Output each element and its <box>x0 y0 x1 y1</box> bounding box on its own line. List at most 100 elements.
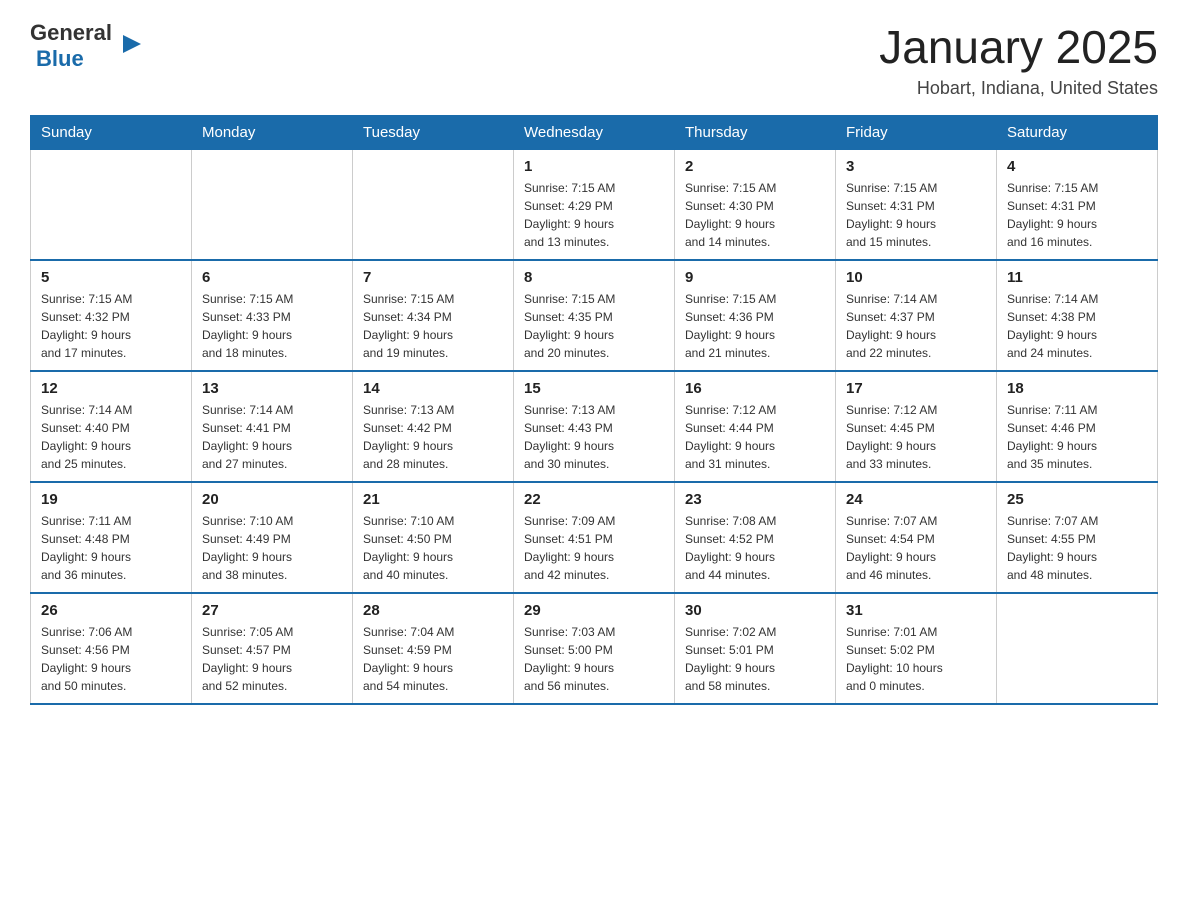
day-info: Sunrise: 7:15 AM Sunset: 4:33 PM Dayligh… <box>202 290 342 362</box>
calendar-cell: 10 Sunrise: 7:14 AM Sunset: 4:37 PM Dayli… <box>836 260 997 371</box>
day-number: 17 <box>846 380 986 397</box>
day-number: 12 <box>41 380 181 397</box>
day-info: Sunrise: 7:09 AM Sunset: 4:51 PM Dayligh… <box>524 512 664 584</box>
day-info: Sunrise: 7:03 AM Sunset: 5:00 PM Dayligh… <box>524 623 664 695</box>
day-number: 24 <box>846 491 986 508</box>
calendar-cell: 1 Sunrise: 7:15 AM Sunset: 4:29 PM Daylig… <box>514 150 675 261</box>
day-number: 10 <box>846 269 986 286</box>
day-number: 2 <box>685 158 825 175</box>
day-number: 3 <box>846 158 986 175</box>
day-info: Sunrise: 7:06 AM Sunset: 4:56 PM Dayligh… <box>41 623 181 695</box>
calendar-cell: 21 Sunrise: 7:10 AM Sunset: 4:50 PM Dayli… <box>353 482 514 593</box>
calendar-cell: 5 Sunrise: 7:15 AM Sunset: 4:32 PM Daylig… <box>31 260 192 371</box>
calendar-cell: 2 Sunrise: 7:15 AM Sunset: 4:30 PM Daylig… <box>675 150 836 261</box>
day-info: Sunrise: 7:01 AM Sunset: 5:02 PM Dayligh… <box>846 623 986 695</box>
day-info: Sunrise: 7:07 AM Sunset: 4:55 PM Dayligh… <box>1007 512 1147 584</box>
calendar-cell: 30 Sunrise: 7:02 AM Sunset: 5:01 PM Dayli… <box>675 593 836 704</box>
calendar-cell: 24 Sunrise: 7:07 AM Sunset: 4:54 PM Dayli… <box>836 482 997 593</box>
day-info: Sunrise: 7:14 AM Sunset: 4:40 PM Dayligh… <box>41 401 181 473</box>
calendar-cell: 7Sunrise: 7:15 AM Sunset: 4:34 PM Daylig… <box>353 260 514 371</box>
day-number: 26 <box>41 602 181 619</box>
week-row-4: 19 Sunrise: 7:11 AM Sunset: 4:48 PM Dayli… <box>31 482 1158 593</box>
calendar-cell: 14 Sunrise: 7:13 AM Sunset: 4:42 PM Dayli… <box>353 371 514 482</box>
day-info: Sunrise: 7:04 AM Sunset: 4:59 PM Dayligh… <box>363 623 503 695</box>
day-info: Sunrise: 7:15 AM Sunset: 4:29 PM Dayligh… <box>524 179 664 251</box>
calendar-cell: 17 Sunrise: 7:12 AM Sunset: 4:45 PM Dayli… <box>836 371 997 482</box>
day-number: 18 <box>1007 380 1147 397</box>
calendar-table: SundayMondayTuesdayWednesdayThursdayFrid… <box>30 115 1158 705</box>
week-row-3: 12 Sunrise: 7:14 AM Sunset: 4:40 PM Dayli… <box>31 371 1158 482</box>
calendar-cell: 18 Sunrise: 7:11 AM Sunset: 4:46 PM Dayli… <box>997 371 1158 482</box>
calendar-cell: 26 Sunrise: 7:06 AM Sunset: 4:56 PM Dayli… <box>31 593 192 704</box>
day-info: Sunrise: 7:11 AM Sunset: 4:48 PM Dayligh… <box>41 512 181 584</box>
page-header: General Blue January 2025 Hobart, Indian… <box>30 20 1158 99</box>
calendar-cell: 31Sunrise: 7:01 AM Sunset: 5:02 PM Dayli… <box>836 593 997 704</box>
day-number: 25 <box>1007 491 1147 508</box>
calendar-cell: 20Sunrise: 7:10 AM Sunset: 4:49 PM Dayli… <box>192 482 353 593</box>
calendar-cell: 28 Sunrise: 7:04 AM Sunset: 4:59 PM Dayli… <box>353 593 514 704</box>
day-info: Sunrise: 7:10 AM Sunset: 4:50 PM Dayligh… <box>363 512 503 584</box>
weekday-header-wednesday: Wednesday <box>514 116 675 150</box>
weekday-header-thursday: Thursday <box>675 116 836 150</box>
day-number: 29 <box>524 602 664 619</box>
day-number: 6 <box>202 269 342 286</box>
day-number: 9 <box>685 269 825 286</box>
day-info: Sunrise: 7:15 AM Sunset: 4:32 PM Dayligh… <box>41 290 181 362</box>
day-info: Sunrise: 7:15 AM Sunset: 4:31 PM Dayligh… <box>846 179 986 251</box>
week-row-2: 5 Sunrise: 7:15 AM Sunset: 4:32 PM Daylig… <box>31 260 1158 371</box>
day-info: Sunrise: 7:02 AM Sunset: 5:01 PM Dayligh… <box>685 623 825 695</box>
logo: General Blue <box>30 20 121 72</box>
week-row-5: 26 Sunrise: 7:06 AM Sunset: 4:56 PM Dayli… <box>31 593 1158 704</box>
calendar-cell: 13 Sunrise: 7:14 AM Sunset: 4:41 PM Dayli… <box>192 371 353 482</box>
calendar-cell: 16Sunrise: 7:12 AM Sunset: 4:44 PM Dayli… <box>675 371 836 482</box>
day-info: Sunrise: 7:15 AM Sunset: 4:36 PM Dayligh… <box>685 290 825 362</box>
weekday-header-row: SundayMondayTuesdayWednesdayThursdayFrid… <box>31 116 1158 150</box>
week-row-1: 1 Sunrise: 7:15 AM Sunset: 4:29 PM Daylig… <box>31 150 1158 261</box>
day-number: 1 <box>524 158 664 175</box>
day-info: Sunrise: 7:13 AM Sunset: 4:43 PM Dayligh… <box>524 401 664 473</box>
day-info: Sunrise: 7:14 AM Sunset: 4:38 PM Dayligh… <box>1007 290 1147 362</box>
logo-blue-text: Blue <box>36 46 84 72</box>
page-title: January 2025 <box>879 20 1158 74</box>
calendar-cell <box>997 593 1158 704</box>
calendar-cell: 23Sunrise: 7:08 AM Sunset: 4:52 PM Dayli… <box>675 482 836 593</box>
day-info: Sunrise: 7:05 AM Sunset: 4:57 PM Dayligh… <box>202 623 342 695</box>
day-number: 28 <box>363 602 503 619</box>
calendar-cell: 12 Sunrise: 7:14 AM Sunset: 4:40 PM Dayli… <box>31 371 192 482</box>
calendar-cell: 27Sunrise: 7:05 AM Sunset: 4:57 PM Dayli… <box>192 593 353 704</box>
calendar-cell: 22 Sunrise: 7:09 AM Sunset: 4:51 PM Dayli… <box>514 482 675 593</box>
day-number: 22 <box>524 491 664 508</box>
calendar-cell: 15 Sunrise: 7:13 AM Sunset: 4:43 PM Dayli… <box>514 371 675 482</box>
day-number: 21 <box>363 491 503 508</box>
calendar-cell: 6 Sunrise: 7:15 AM Sunset: 4:33 PM Daylig… <box>192 260 353 371</box>
weekday-header-friday: Friday <box>836 116 997 150</box>
day-number: 16 <box>685 380 825 397</box>
calendar-cell: 29 Sunrise: 7:03 AM Sunset: 5:00 PM Dayli… <box>514 593 675 704</box>
weekday-header-sunday: Sunday <box>31 116 192 150</box>
day-number: 5 <box>41 269 181 286</box>
day-info: Sunrise: 7:13 AM Sunset: 4:42 PM Dayligh… <box>363 401 503 473</box>
day-number: 30 <box>685 602 825 619</box>
calendar-cell: 8Sunrise: 7:15 AM Sunset: 4:35 PM Daylig… <box>514 260 675 371</box>
title-section: January 2025 Hobart, Indiana, United Sta… <box>879 20 1158 99</box>
day-info: Sunrise: 7:11 AM Sunset: 4:46 PM Dayligh… <box>1007 401 1147 473</box>
day-number: 19 <box>41 491 181 508</box>
day-number: 8 <box>524 269 664 286</box>
page-subtitle: Hobart, Indiana, United States <box>879 78 1158 99</box>
day-info: Sunrise: 7:15 AM Sunset: 4:31 PM Dayligh… <box>1007 179 1147 251</box>
day-number: 14 <box>363 380 503 397</box>
calendar-cell: 19 Sunrise: 7:11 AM Sunset: 4:48 PM Dayli… <box>31 482 192 593</box>
calendar-cell: 11Sunrise: 7:14 AM Sunset: 4:38 PM Dayli… <box>997 260 1158 371</box>
day-info: Sunrise: 7:14 AM Sunset: 4:41 PM Dayligh… <box>202 401 342 473</box>
calendar-cell <box>353 150 514 261</box>
day-info: Sunrise: 7:07 AM Sunset: 4:54 PM Dayligh… <box>846 512 986 584</box>
day-info: Sunrise: 7:14 AM Sunset: 4:37 PM Dayligh… <box>846 290 986 362</box>
logo-general-text: General <box>30 20 112 46</box>
day-number: 13 <box>202 380 342 397</box>
day-info: Sunrise: 7:12 AM Sunset: 4:45 PM Dayligh… <box>846 401 986 473</box>
day-number: 23 <box>685 491 825 508</box>
weekday-header-monday: Monday <box>192 116 353 150</box>
weekday-header-saturday: Saturday <box>997 116 1158 150</box>
day-info: Sunrise: 7:15 AM Sunset: 4:30 PM Dayligh… <box>685 179 825 251</box>
day-number: 15 <box>524 380 664 397</box>
